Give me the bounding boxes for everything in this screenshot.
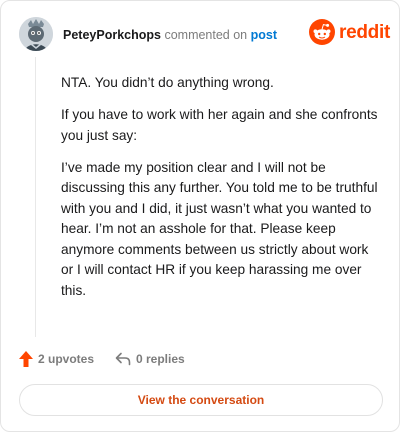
comment-header: PeteyPorkchops commented on post reddit [19,17,390,53]
byline-verb: commented on [164,28,248,42]
reply-arrow-icon [115,352,131,366]
reply-count: 0 replies [136,352,185,366]
reddit-snoo-icon [309,19,335,45]
view-conversation-button[interactable]: View the conversation [19,384,383,416]
reddit-wordmark: reddit [339,22,390,43]
post-link[interactable]: post [251,28,277,42]
comment-paragraph: NTA. You didn’t do anything wrong. [61,75,274,90]
thread-line [35,57,36,337]
avatar[interactable] [19,17,53,51]
upvote-arrow-icon [19,351,33,367]
comment-actions: 2 upvotes 0 replies [19,349,385,369]
replies-button[interactable]: 0 replies [115,349,185,369]
upvote-button[interactable]: 2 upvotes [19,349,94,369]
username-link[interactable]: PeteyPorkchops [63,28,161,42]
comment-paragraph: I’ve made my position clear and I will n… [61,159,378,298]
comment-card: PeteyPorkchops commented on post reddit [0,0,400,432]
comment-body: NTA. You didn’t do anything wrong. If yo… [61,73,379,313]
byline: PeteyPorkchops commented on post [63,28,277,42]
avatar-image [19,17,53,51]
comment-paragraph: If you have to work with her again and s… [61,107,378,143]
upvote-count: 2 upvotes [38,352,95,366]
reddit-logo[interactable]: reddit [309,19,390,47]
